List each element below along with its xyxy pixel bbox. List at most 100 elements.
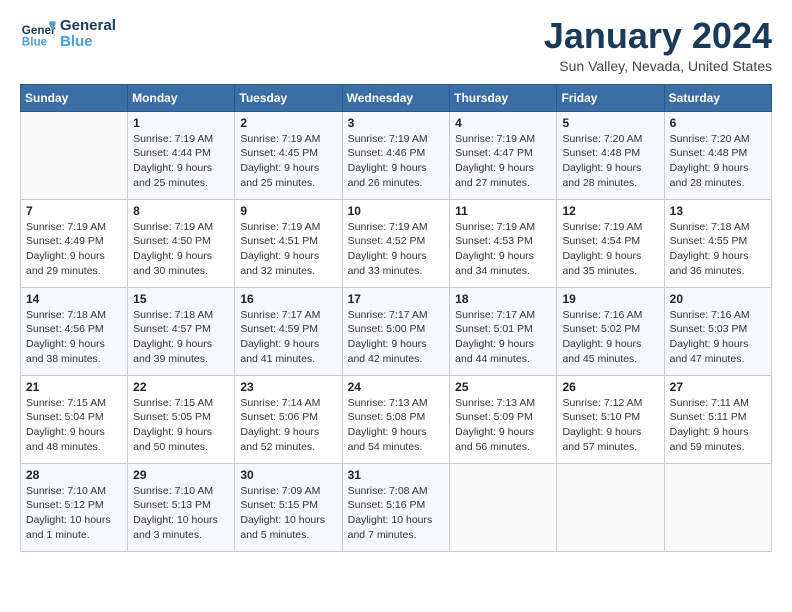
calendar-day-cell <box>557 463 664 551</box>
day-info: Sunrise: 7:19 AMSunset: 4:52 PMDaylight:… <box>348 220 445 279</box>
logo-line2: Blue <box>60 34 116 51</box>
calendar-day-cell: 20 Sunrise: 7:16 AMSunset: 5:03 PMDayligh… <box>664 287 771 375</box>
calendar-day-cell: 26Sunrise: 7:12 AMSunset: 5:10 PMDayligh… <box>557 375 664 463</box>
calendar-table: SundayMondayTuesdayWednesdayThursdayFrid… <box>20 84 772 552</box>
calendar-day-cell: 6 Sunrise: 7:20 AMSunset: 4:48 PMDaylight… <box>664 111 771 199</box>
title-block: January 2024 Sun Valley, Nevada, United … <box>544 16 772 74</box>
day-number: 19 <box>562 292 658 306</box>
calendar-day-cell: 7 Sunrise: 7:19 AMSunset: 4:49 PMDaylight… <box>21 199 128 287</box>
day-number: 18 <box>455 292 551 306</box>
day-info: Sunrise: 7:19 AMSunset: 4:50 PMDaylight:… <box>133 220 229 279</box>
day-info: Sunrise: 7:20 AMSunset: 4:48 PMDaylight:… <box>670 132 766 191</box>
calendar-day-cell: 10 Sunrise: 7:19 AMSunset: 4:52 PMDayligh… <box>342 199 450 287</box>
calendar-day-cell: 17 Sunrise: 7:17 AMSunset: 5:00 PMDayligh… <box>342 287 450 375</box>
calendar-day-cell: 3 Sunrise: 7:19 AMSunset: 4:46 PMDaylight… <box>342 111 450 199</box>
calendar-day-cell <box>664 463 771 551</box>
calendar-week-row: 14Sunrise: 7:18 AMSunset: 4:56 PMDayligh… <box>21 287 772 375</box>
day-info: Sunrise: 7:19 AMSunset: 4:54 PMDaylight:… <box>562 220 658 279</box>
calendar-day-cell: 11 Sunrise: 7:19 AMSunset: 4:53 PMDayligh… <box>450 199 557 287</box>
day-number: 1 <box>133 116 229 130</box>
calendar-day-cell: 21Sunrise: 7:15 AMSunset: 5:04 PMDayligh… <box>21 375 128 463</box>
day-info: Sunrise: 7:09 AMSunset: 5:15 PMDaylight:… <box>240 484 336 543</box>
day-number: 17 <box>348 292 445 306</box>
calendar-day-cell: 15Sunrise: 7:18 AMSunset: 4:57 PMDayligh… <box>128 287 235 375</box>
day-number: 28 <box>26 468 122 482</box>
day-number: 8 <box>133 204 229 218</box>
calendar-day-cell <box>21 111 128 199</box>
day-info: Sunrise: 7:08 AMSunset: 5:16 PMDaylight:… <box>348 484 445 543</box>
calendar-week-row: 21Sunrise: 7:15 AMSunset: 5:04 PMDayligh… <box>21 375 772 463</box>
logo: General Blue General Blue <box>20 16 116 52</box>
weekday-header: Wednesday <box>342 84 450 111</box>
weekday-row: SundayMondayTuesdayWednesdayThursdayFrid… <box>21 84 772 111</box>
day-info: Sunrise: 7:19 AMSunset: 4:51 PMDaylight:… <box>240 220 336 279</box>
calendar-title: January 2024 <box>544 16 772 56</box>
day-number: 10 <box>348 204 445 218</box>
weekday-header: Tuesday <box>235 84 342 111</box>
day-info: Sunrise: 7:19 AMSunset: 4:53 PMDaylight:… <box>455 220 551 279</box>
day-number: 11 <box>455 204 551 218</box>
day-number: 12 <box>562 204 658 218</box>
calendar-day-cell <box>450 463 557 551</box>
day-number: 4 <box>455 116 551 130</box>
weekday-header: Friday <box>557 84 664 111</box>
day-info: Sunrise: 7:16 AMSunset: 5:03 PMDaylight:… <box>670 308 766 367</box>
calendar-day-cell: 1Sunrise: 7:19 AMSunset: 4:44 PMDaylight… <box>128 111 235 199</box>
day-info: Sunrise: 7:10 AMSunset: 5:12 PMDaylight:… <box>26 484 122 543</box>
weekday-header: Sunday <box>21 84 128 111</box>
calendar-day-cell: 5Sunrise: 7:20 AMSunset: 4:48 PMDaylight… <box>557 111 664 199</box>
day-info: Sunrise: 7:18 AMSunset: 4:56 PMDaylight:… <box>26 308 122 367</box>
day-number: 25 <box>455 380 551 394</box>
calendar-day-cell: 14Sunrise: 7:18 AMSunset: 4:56 PMDayligh… <box>21 287 128 375</box>
day-number: 3 <box>348 116 445 130</box>
day-number: 5 <box>562 116 658 130</box>
day-number: 20 <box>670 292 766 306</box>
calendar-day-cell: 27 Sunrise: 7:11 AMSunset: 5:11 PMDayligh… <box>664 375 771 463</box>
day-info: Sunrise: 7:17 AMSunset: 5:00 PMDaylight:… <box>348 308 445 367</box>
calendar-day-cell: 22 Sunrise: 7:15 AMSunset: 5:05 PMDayligh… <box>128 375 235 463</box>
logo-line1: General <box>60 18 116 35</box>
day-info: Sunrise: 7:11 AMSunset: 5:11 PMDaylight:… <box>670 396 766 455</box>
day-number: 7 <box>26 204 122 218</box>
calendar-day-cell: 31 Sunrise: 7:08 AMSunset: 5:16 PMDayligh… <box>342 463 450 551</box>
day-info: Sunrise: 7:15 AMSunset: 5:04 PMDaylight:… <box>26 396 122 455</box>
calendar-day-cell: 19 Sunrise: 7:16 AMSunset: 5:02 PMDayligh… <box>557 287 664 375</box>
calendar-day-cell: 23 Sunrise: 7:14 AMSunset: 5:06 PMDayligh… <box>235 375 342 463</box>
weekday-header: Thursday <box>450 84 557 111</box>
calendar-day-cell: 28 Sunrise: 7:10 AMSunset: 5:12 PMDayligh… <box>21 463 128 551</box>
day-info: Sunrise: 7:16 AMSunset: 5:02 PMDaylight:… <box>562 308 658 367</box>
day-number: 31 <box>348 468 445 482</box>
day-number: 9 <box>240 204 336 218</box>
day-info: Sunrise: 7:18 AMSunset: 4:55 PMDaylight:… <box>670 220 766 279</box>
day-info: Sunrise: 7:13 AMSunset: 5:09 PMDaylight:… <box>455 396 551 455</box>
day-number: 22 <box>133 380 229 394</box>
day-number: 16 <box>240 292 336 306</box>
calendar-day-cell: 18 Sunrise: 7:17 AMSunset: 5:01 PMDayligh… <box>450 287 557 375</box>
weekday-header: Saturday <box>664 84 771 111</box>
calendar-week-row: 1Sunrise: 7:19 AMSunset: 4:44 PMDaylight… <box>21 111 772 199</box>
day-info: Sunrise: 7:17 AMSunset: 4:59 PMDaylight:… <box>240 308 336 367</box>
day-number: 27 <box>670 380 766 394</box>
calendar-subtitle: Sun Valley, Nevada, United States <box>544 58 772 74</box>
day-number: 13 <box>670 204 766 218</box>
day-number: 29 <box>133 468 229 482</box>
day-info: Sunrise: 7:17 AMSunset: 5:01 PMDaylight:… <box>455 308 551 367</box>
day-info: Sunrise: 7:10 AMSunset: 5:13 PMDaylight:… <box>133 484 229 543</box>
day-info: Sunrise: 7:18 AMSunset: 4:57 PMDaylight:… <box>133 308 229 367</box>
calendar-day-cell: 2Sunrise: 7:19 AMSunset: 4:45 PMDaylight… <box>235 111 342 199</box>
day-info: Sunrise: 7:19 AMSunset: 4:46 PMDaylight:… <box>348 132 445 191</box>
calendar-day-cell: 29 Sunrise: 7:10 AMSunset: 5:13 PMDayligh… <box>128 463 235 551</box>
calendar-header: SundayMondayTuesdayWednesdayThursdayFrid… <box>21 84 772 111</box>
calendar-day-cell: 24Sunrise: 7:13 AMSunset: 5:08 PMDayligh… <box>342 375 450 463</box>
day-number: 6 <box>670 116 766 130</box>
day-info: Sunrise: 7:13 AMSunset: 5:08 PMDaylight:… <box>348 396 445 455</box>
day-info: Sunrise: 7:19 AMSunset: 4:49 PMDaylight:… <box>26 220 122 279</box>
day-info: Sunrise: 7:14 AMSunset: 5:06 PMDaylight:… <box>240 396 336 455</box>
day-info: Sunrise: 7:15 AMSunset: 5:05 PMDaylight:… <box>133 396 229 455</box>
day-number: 23 <box>240 380 336 394</box>
day-number: 30 <box>240 468 336 482</box>
calendar-body: 1Sunrise: 7:19 AMSunset: 4:44 PMDaylight… <box>21 111 772 551</box>
day-info: Sunrise: 7:19 AMSunset: 4:47 PMDaylight:… <box>455 132 551 191</box>
calendar-day-cell: 16 Sunrise: 7:17 AMSunset: 4:59 PMDayligh… <box>235 287 342 375</box>
logo-icon: General Blue <box>20 16 56 52</box>
